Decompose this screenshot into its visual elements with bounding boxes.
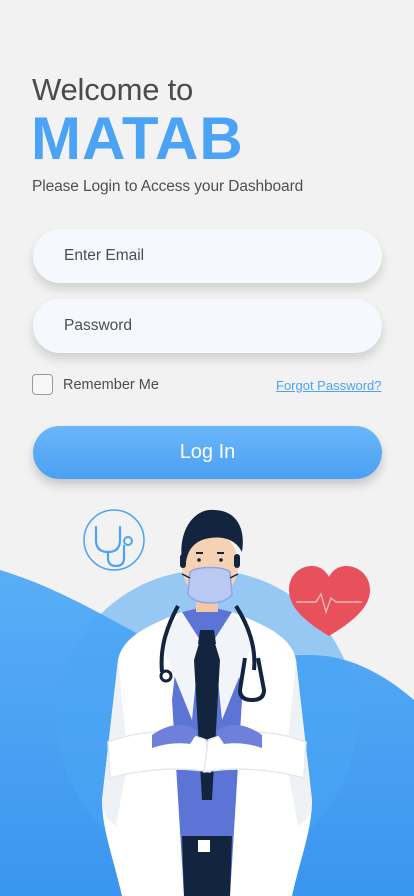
brand-title: MATAB [31, 105, 244, 172]
password-field[interactable] [33, 299, 382, 353]
stethoscope-icon [83, 509, 145, 571]
forgot-password-link[interactable]: Forgot Password? [276, 378, 382, 393]
remember-me-label: Remember Me [63, 377, 159, 393]
login-button[interactable]: Log In [33, 426, 382, 479]
face-mask [187, 566, 233, 604]
remember-me-checkbox[interactable] [32, 374, 53, 395]
login-subtitle: Please Login to Access your Dashboard [32, 178, 304, 195]
login-screen: Welcome to MATAB Please Login to Access … [0, 0, 414, 896]
doctor-illustration [0, 509, 414, 896]
welcome-text: Welcome to [32, 72, 194, 107]
email-field[interactable] [33, 229, 382, 283]
